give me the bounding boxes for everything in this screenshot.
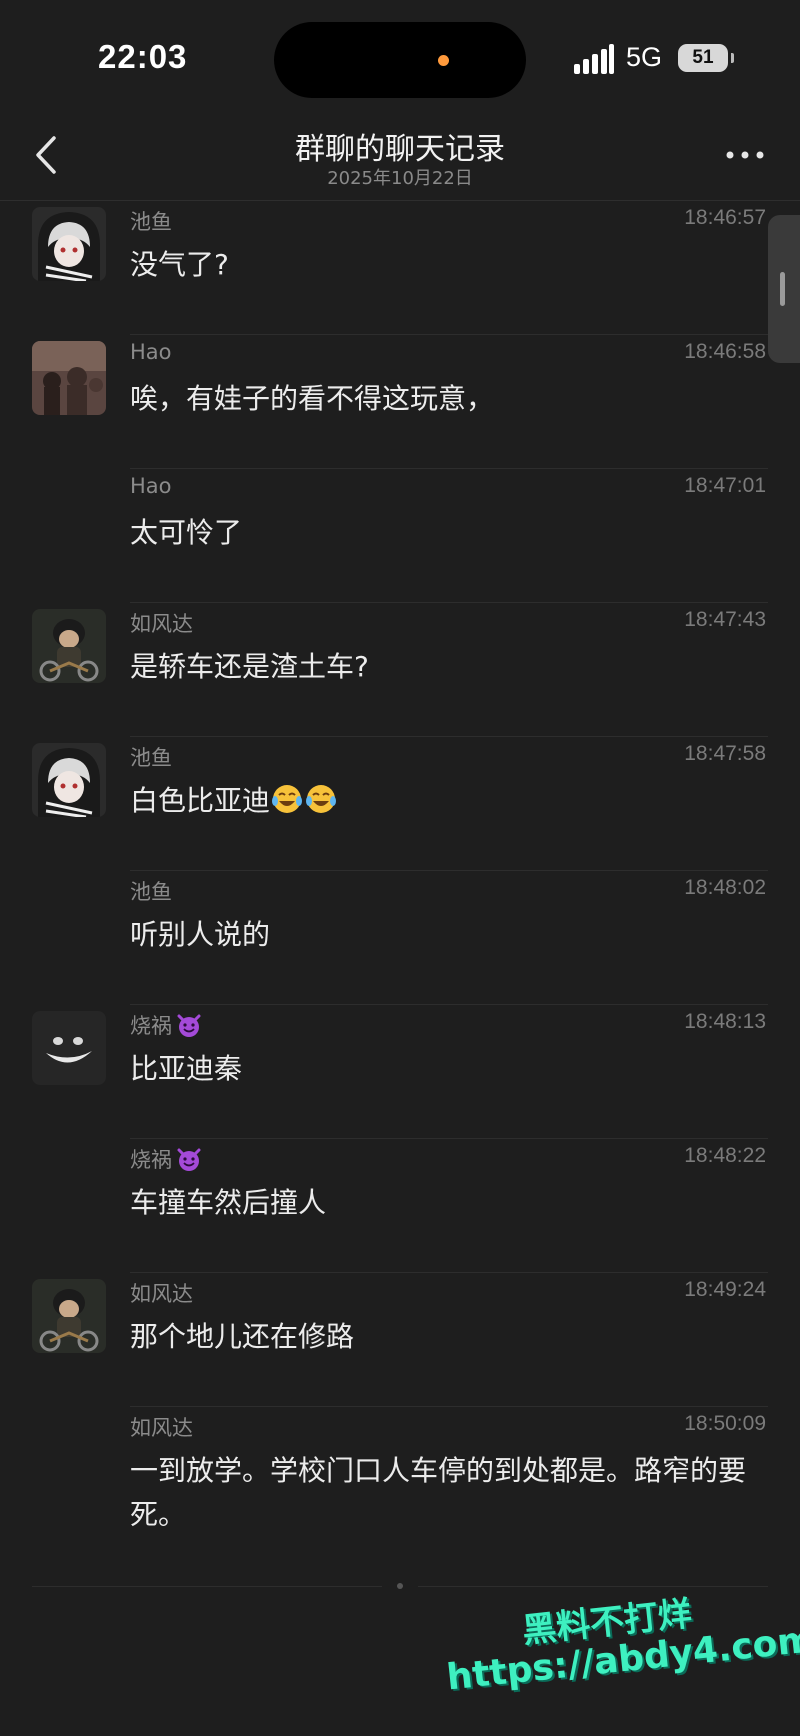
message-sender: 池鱼: [130, 746, 172, 770]
smiling-devil-emoji-icon: [177, 1148, 201, 1171]
page-title: 群聊的聊天记录: [295, 132, 505, 167]
message-time: 18:48:02: [684, 876, 766, 899]
message-text: 比亚迪秦: [130, 1052, 243, 1085]
smiling-devil-emoji-icon: [177, 1014, 201, 1037]
message-sender: 烧祸: [130, 1014, 172, 1038]
rider-avatar-icon: [32, 609, 106, 683]
message-text: 唉，有娃子的看不得这玩意，: [130, 382, 495, 415]
avatar-chiyu[interactable]: [32, 743, 106, 817]
footer-dot: [397, 1583, 403, 1589]
message-time: 18:47:58: [684, 742, 766, 765]
message-sender: Hao: [130, 340, 172, 364]
message-time: 18:48:13: [684, 1010, 766, 1033]
message-text-with-emoji: 白色比亚迪: [130, 779, 750, 823]
message-list: 池鱼 18:46:57 没气了? Hao 18:46:58 唉，有娃子的看不得这…: [0, 201, 800, 1587]
message-item[interactable]: 烧祸 18:48:22 车撞车然后撞人: [0, 1139, 800, 1273]
avatar-rufengda[interactable]: [32, 609, 106, 683]
message-time: 18:48:22: [684, 1144, 766, 1167]
message-text: 太可怜了: [130, 516, 243, 549]
avatar-rufengda[interactable]: [32, 1279, 106, 1353]
message-text: 车撞车然后撞人: [130, 1186, 327, 1219]
message-sender: 烧祸: [130, 1148, 172, 1172]
message-time: 18:50:09: [684, 1412, 766, 1435]
message-text: 是轿车还是渣土车?: [130, 650, 369, 683]
tears-of-joy-emoji-icon: [306, 785, 337, 813]
message-sender: 池鱼: [130, 210, 172, 234]
message-item[interactable]: 池鱼 18:48:02 听别人说的: [0, 871, 800, 1005]
message-sender: 如风达: [130, 1416, 193, 1440]
anime-avatar-icon: [32, 743, 106, 817]
message-item[interactable]: Hao 18:46:58 唉，有娃子的看不得这玩意，: [0, 335, 800, 469]
grin-face-avatar-icon: [32, 1011, 106, 1085]
status-time: 22:03: [98, 38, 188, 75]
message-time: 18:46:58: [684, 340, 766, 363]
message-sender: 池鱼: [130, 880, 172, 904]
avatar-shaohuo[interactable]: [32, 1011, 106, 1085]
dynamic-island: [274, 22, 526, 98]
message-time: 18:49:24: [684, 1278, 766, 1301]
message-time: 18:47:01: [684, 474, 766, 497]
message-item[interactable]: 烧祸 18:48:13 比亚迪秦: [0, 1005, 800, 1139]
photo-avatar-icon: [32, 341, 106, 415]
message-text: 白色比亚迪: [130, 784, 271, 817]
anime-avatar-icon: [32, 207, 106, 281]
message-text: 一到放学。学校门口人车停的到处都是。路窄的要死。: [130, 1454, 747, 1531]
avatar-chiyu[interactable]: [32, 207, 106, 281]
rider-avatar-icon: [32, 1279, 106, 1353]
status-bar: 22:03 5G 51: [0, 0, 800, 110]
message-text: 那个地儿还在修路: [130, 1320, 355, 1353]
battery-nub: [731, 53, 734, 63]
message-item[interactable]: 如风达 18:50:09 一到放学。学校门口人车停的到处都是。路窄的要死。: [0, 1407, 800, 1587]
scroll-handle[interactable]: [768, 215, 800, 363]
message-text: 没气了?: [130, 248, 229, 281]
cellular-signal-icon: [574, 44, 614, 74]
footer-divider-left: [32, 1586, 382, 1587]
watermark: 黑料不打烊 https://abdy4.com: [440, 1576, 800, 1731]
message-time: 18:47:43: [684, 608, 766, 631]
privacy-indicator-dot: [438, 55, 449, 66]
message-item[interactable]: 如风达 18:49:24 那个地儿还在修路: [0, 1273, 800, 1407]
message-sender: 如风达: [130, 1282, 193, 1306]
battery-icon: 51: [678, 44, 728, 72]
ellipsis-icon: [726, 151, 764, 159]
avatar-hao[interactable]: [32, 341, 106, 415]
network-type: 5G: [626, 42, 663, 72]
tears-of-joy-emoji-icon: [272, 785, 303, 813]
nav-bar: 群聊的聊天记录 2025年10月22日: [0, 110, 800, 201]
message-sender: Hao: [130, 474, 172, 498]
message-item[interactable]: Hao 18:47:01 太可怜了: [0, 469, 800, 603]
message-time: 18:46:57: [684, 206, 766, 229]
page-subtitle-date: 2025年10月22日: [327, 168, 473, 189]
message-sender: 如风达: [130, 612, 193, 636]
message-sender-with-emoji: 烧祸: [130, 1144, 202, 1174]
message-item[interactable]: 池鱼 18:47:58 白色比亚迪: [0, 737, 800, 871]
message-item[interactable]: 如风达 18:47:43 是轿车还是渣土车?: [0, 603, 800, 737]
more-options-button[interactable]: [720, 140, 770, 170]
message-sender-with-emoji: 烧祸: [130, 1010, 202, 1040]
message-item[interactable]: 池鱼 18:46:57 没气了?: [0, 201, 800, 335]
message-text: 听别人说的: [130, 918, 271, 951]
